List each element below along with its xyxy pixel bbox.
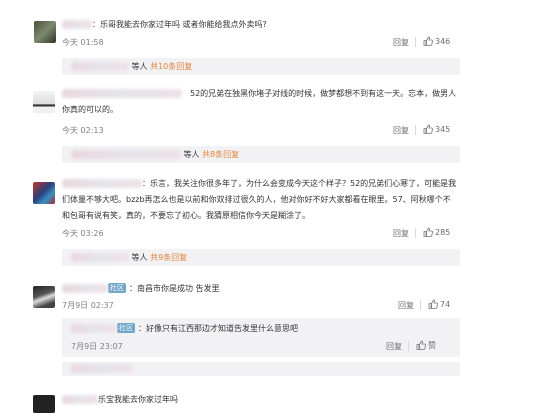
sub-replies-summary[interactable]: 等人 共10条回复 xyxy=(71,61,192,72)
divider xyxy=(408,341,409,351)
sub-replies-summary[interactable]: 等人 共9条回复 xyxy=(71,252,187,263)
like-label: 赞 xyxy=(428,341,436,350)
like-count: 345 xyxy=(435,125,451,134)
divider xyxy=(415,37,416,47)
like-count: 74 xyxy=(440,300,451,309)
thumbs-up-icon xyxy=(423,36,433,46)
nested-reply-text: 社区 ：好像只有江西那边才知道告发里什么意思吧 xyxy=(71,323,298,334)
like-button[interactable]: 345 xyxy=(423,124,450,134)
avatar[interactable] xyxy=(34,21,56,43)
like-button[interactable]: 赞 xyxy=(416,340,436,351)
comment-text: 社区 ：南昌市你是成功 告发里 xyxy=(62,283,220,294)
comment-text: 乐宝我能去你家过年吗 xyxy=(62,394,178,405)
reply-button[interactable]: 回复 xyxy=(393,125,409,136)
community-tag: 社区 xyxy=(108,283,126,293)
thumbs-up-icon xyxy=(423,124,433,134)
comment-text: ：乐哥我能去你家过年吗 或者你能给我点外卖吗? xyxy=(62,19,267,30)
blurred-username xyxy=(62,395,98,404)
divider xyxy=(415,125,416,135)
reply-button[interactable]: 回复 xyxy=(393,37,409,48)
sub-replies-summary[interactable]: 等人 共8条回复 xyxy=(71,149,239,160)
community-tag: 社区 xyxy=(117,323,135,333)
blurred-username xyxy=(62,284,108,293)
comment-text: ：乐言，我关注你很多年了，为什么会变成今天这个样子？52的兄弟们心寒了，可能是我… xyxy=(62,179,457,220)
avatar[interactable] xyxy=(33,182,55,204)
thumbs-up-icon xyxy=(416,340,426,350)
like-button[interactable]: 285 xyxy=(423,227,450,237)
like-button[interactable]: 74 xyxy=(428,299,450,309)
blurred-username xyxy=(62,179,142,188)
view-replies-link[interactable]: 共10条回复 xyxy=(150,62,192,71)
comment-time: 今天 03:26 xyxy=(62,229,104,238)
divider xyxy=(420,300,421,310)
avatar[interactable] xyxy=(33,91,55,113)
comment-time: 今天 02:13 xyxy=(62,126,104,135)
avatar[interactable] xyxy=(33,395,55,413)
thumbs-up-icon xyxy=(428,299,438,309)
reply-button[interactable]: 回复 xyxy=(386,341,402,352)
blurred-username xyxy=(71,150,181,159)
like-button[interactable]: 346 xyxy=(423,36,450,46)
like-count: 285 xyxy=(435,228,451,237)
reply-button[interactable]: 回复 xyxy=(398,300,414,311)
blurred-more xyxy=(71,364,133,373)
like-count: 346 xyxy=(435,37,451,46)
blurred-username xyxy=(71,364,133,373)
reply-button[interactable]: 回复 xyxy=(393,228,409,239)
view-replies-link[interactable]: 共9条回复 xyxy=(150,253,187,262)
blurred-username xyxy=(62,20,92,29)
comment-text: 52的兄弟在独黑你堵子对线的时候，做梦都想不到有这一天。忘本，做男人你真的可以的… xyxy=(62,89,457,114)
right-blank-panel xyxy=(505,0,545,413)
view-replies-link[interactable]: 共8条回复 xyxy=(202,150,239,159)
thumbs-up-icon xyxy=(423,227,433,237)
nested-reply-time: 7月9日 23:07 xyxy=(71,342,123,351)
blurred-username xyxy=(71,62,129,71)
comment-time: 今天 01:58 xyxy=(62,38,104,47)
blurred-username xyxy=(62,89,182,98)
avatar[interactable] xyxy=(33,286,55,308)
divider xyxy=(415,228,416,238)
blurred-username xyxy=(71,324,117,333)
comment-time: 7月9日 02:37 xyxy=(62,301,114,310)
blurred-username xyxy=(71,253,129,262)
